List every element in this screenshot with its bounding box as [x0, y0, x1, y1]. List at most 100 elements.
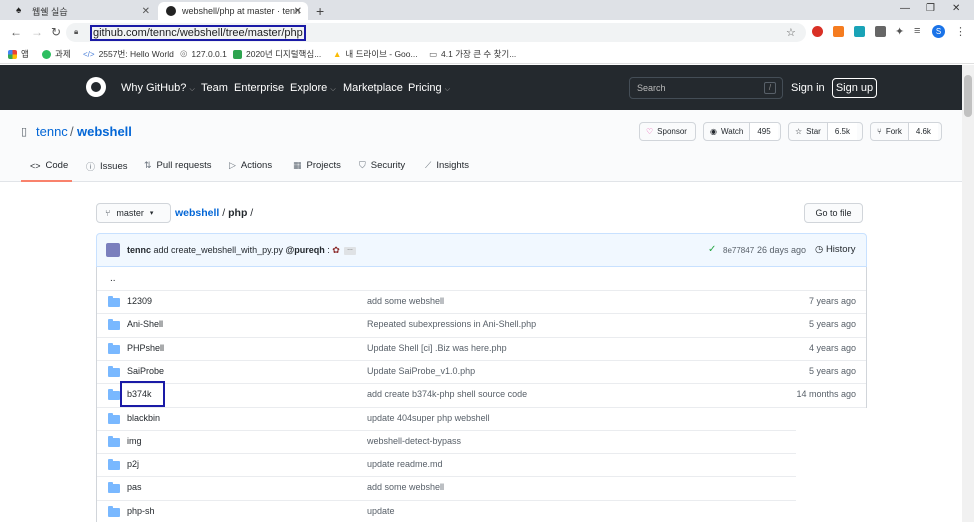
back-icon[interactable]: ←: [10, 25, 22, 39]
bookmark-star-icon[interactable]: ☆: [786, 26, 796, 39]
bookmark-localhost[interactable]: ◎ 127.0.0.1: [180, 48, 227, 59]
file-name-link[interactable]: PHPshell: [127, 343, 164, 353]
nav-marketplace[interactable]: Marketplace: [343, 82, 403, 94]
profile-avatar[interactable]: S: [932, 25, 945, 38]
extension-info-icon[interactable]: [875, 26, 886, 37]
table-row[interactable]: [97, 476, 866, 499]
fork-count[interactable]: 4.6k: [907, 123, 938, 140]
tab-title: 웹쉘 실습: [32, 6, 68, 17]
scrollbar-thumb[interactable]: [964, 75, 972, 117]
avatar[interactable]: [106, 243, 120, 257]
go-to-file-button[interactable]: Go to file: [804, 203, 863, 223]
file-name-link[interactable]: p2j: [127, 459, 139, 469]
bookmark-assignment[interactable]: 과제: [42, 48, 71, 60]
bookmark-largest-number[interactable]: ▭ 4.1 가장 큰 수 찾기...: [429, 48, 516, 60]
chevron-down-icon: ⌵: [444, 86, 450, 93]
globe-icon: ◎: [180, 48, 188, 58]
file-name-link[interactable]: SaiProbe: [127, 366, 164, 376]
file-commit-message-link[interactable]: update readme.md: [367, 459, 443, 469]
star-count[interactable]: 6.5k: [826, 123, 857, 140]
bookmark-digital[interactable]: 2020년 디지털핵심...: [233, 48, 321, 60]
nav-why-github[interactable]: Why GitHub? ⌵: [121, 82, 195, 94]
star-button[interactable]: ☆ Star 6.5k: [788, 122, 863, 141]
bookmark-hello-world[interactable]: </> 2557번: Hello World: [83, 48, 174, 60]
file-commit-message-link[interactable]: update 404super php webshell: [367, 413, 490, 423]
history-link[interactable]: ◷ History: [815, 244, 856, 255]
extension-opera-icon[interactable]: [812, 26, 823, 37]
file-commit-message-link[interactable]: Repeated subexpressions in Ani-Shell.php: [367, 319, 536, 329]
bookmark-apps[interactable]: 앱: [8, 48, 29, 60]
forward-icon[interactable]: →: [31, 25, 43, 39]
branch-select[interactable]: ⑂ master ▾: [96, 203, 171, 223]
file-name-link[interactable]: blackbin: [127, 413, 160, 423]
close-tab-icon[interactable]: ✕: [294, 6, 302, 17]
parent-dir-row[interactable]: [97, 267, 866, 290]
tab-insights[interactable]: ⟋ Insights: [425, 160, 469, 171]
extension-teal-icon[interactable]: [854, 26, 865, 37]
expand-commit-ellipsis[interactable]: …: [344, 246, 356, 255]
file-name-link[interactable]: pas: [127, 482, 142, 492]
new-tab-icon[interactable]: +: [316, 3, 324, 19]
tab-projects[interactable]: ▦ Projects: [293, 160, 341, 171]
file-commit-message-link[interactable]: webshell-detect-bypass: [367, 436, 461, 446]
close-tab-icon[interactable]: ✕: [142, 6, 150, 17]
sign-up-button[interactable]: Sign up: [832, 78, 877, 98]
nav-team[interactable]: Team: [201, 82, 228, 94]
commit-author-link[interactable]: tennc: [127, 245, 151, 255]
sponsor-button[interactable]: ♡ Sponsor: [639, 122, 696, 141]
commit-sha-link[interactable]: 8e77847: [723, 246, 754, 255]
lock-icon[interactable]: 🔒︎: [74, 27, 78, 37]
extension-orange-icon[interactable]: [833, 26, 844, 37]
file-commit-message-link[interactable]: Update SaiProbe_v1.0.php: [367, 366, 475, 376]
file-name-link[interactable]: img: [127, 436, 142, 446]
menu-kebab-icon[interactable]: ⋮: [955, 25, 966, 38]
file-name-link[interactable]: Ani-Shell: [127, 319, 163, 329]
file-commit-message-link[interactable]: add some webshell: [367, 296, 444, 306]
file-commit-message-link[interactable]: add some webshell: [367, 482, 444, 492]
file-commit-message-link[interactable]: update: [367, 506, 395, 516]
parent-dir-link[interactable]: ..: [110, 273, 116, 284]
table-row[interactable]: [97, 290, 866, 313]
nav-enterprise[interactable]: Enterprise: [234, 82, 284, 94]
coauthor-link[interactable]: @pureqh: [285, 245, 324, 255]
reload-icon[interactable]: ↻: [51, 25, 61, 39]
check-icon[interactable]: ✓: [708, 244, 716, 255]
table-row[interactable]: [97, 500, 866, 522]
tab-pull-requests[interactable]: ⇅ Pull requests: [144, 160, 211, 171]
tab-security[interactable]: ⛉ Security: [359, 160, 405, 171]
file-commit-message-link[interactable]: Update Shell [ci] .Biz was here.php: [367, 343, 507, 353]
folder-icon: [108, 296, 120, 307]
browser-tab-github[interactable]: webshell/php at master · tennc ✕: [158, 2, 308, 20]
maximize-icon[interactable]: ❐: [926, 3, 935, 14]
page-scrollbar[interactable]: [962, 65, 974, 522]
browser-tab-webshell-practice[interactable]: ♠ 웹쉘 실습 ✕: [8, 2, 156, 20]
github-logo-icon[interactable]: [86, 77, 106, 97]
watch-button[interactable]: ◉ Watch 495: [703, 122, 781, 141]
file-name-link[interactable]: 12309: [127, 296, 152, 306]
repo-owner-link[interactable]: tennc: [36, 124, 68, 139]
tab-code[interactable]: <> Code: [30, 160, 68, 171]
breadcrumb-root-link[interactable]: webshell: [175, 207, 219, 219]
table-row[interactable]: [97, 360, 866, 383]
repo-name-link[interactable]: webshell: [77, 124, 132, 139]
file-commit-message-link[interactable]: add create b374k-php shell source code: [367, 389, 527, 399]
minimize-icon[interactable]: —: [900, 3, 910, 14]
table-row[interactable]: [97, 430, 866, 453]
tab-issues[interactable]: ⓘ Issues: [86, 160, 127, 173]
bookmark-drive[interactable]: ▲ 내 드라이브 - Goo...: [333, 48, 418, 60]
sign-in-link[interactable]: Sign in: [791, 82, 825, 94]
tab-actions[interactable]: ▷ Actions: [229, 160, 272, 171]
close-window-icon[interactable]: ✕: [952, 3, 960, 14]
nav-explore[interactable]: Explore ⌵: [290, 82, 336, 94]
tab-label: Projects: [306, 160, 341, 171]
reading-list-icon[interactable]: ≡: [914, 25, 920, 37]
url-text[interactable]: github.com/tennc/webshell/tree/master/ph…: [90, 25, 306, 41]
table-row[interactable]: [97, 453, 866, 476]
fork-button[interactable]: ⑂ Fork 4.6k: [870, 122, 942, 141]
search-placeholder: Search: [637, 83, 666, 93]
watch-count[interactable]: 495: [749, 123, 778, 140]
nav-pricing[interactable]: Pricing ⌵: [408, 82, 450, 94]
file-name-link[interactable]: php-sh: [127, 506, 155, 516]
extensions-puzzle-icon[interactable]: ✦: [895, 25, 904, 38]
commit-message-link[interactable]: add create_webshell_with_py.py: [154, 245, 283, 255]
